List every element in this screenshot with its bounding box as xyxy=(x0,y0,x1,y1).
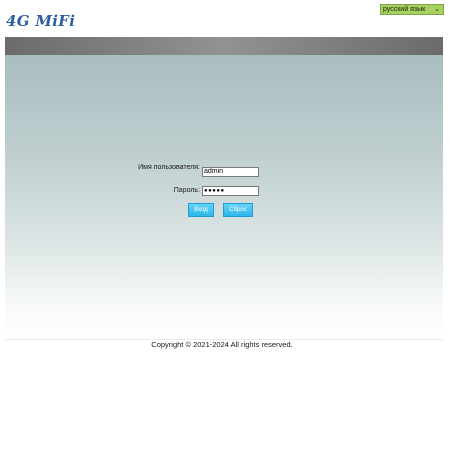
login-button[interactable]: Вход xyxy=(188,203,214,217)
header-bar xyxy=(5,37,443,55)
username-field[interactable]: admin xyxy=(202,167,259,177)
reset-button[interactable]: Сброс xyxy=(223,203,253,217)
chevron-down-icon: ⌄ xyxy=(434,6,440,13)
language-select-value: русский язык xyxy=(383,6,426,13)
copyright-text: Copyright © 2021-2024 All rights reserve… xyxy=(151,340,293,349)
brand-logo: 4G MiFi xyxy=(6,12,76,30)
login-panel xyxy=(5,55,443,339)
password-field[interactable]: ●●●●● xyxy=(202,186,259,196)
password-label: Пароль: xyxy=(173,187,200,194)
username-label: Имя пользователя: xyxy=(138,164,200,171)
language-select[interactable]: русский язык ⌄ xyxy=(380,4,444,15)
